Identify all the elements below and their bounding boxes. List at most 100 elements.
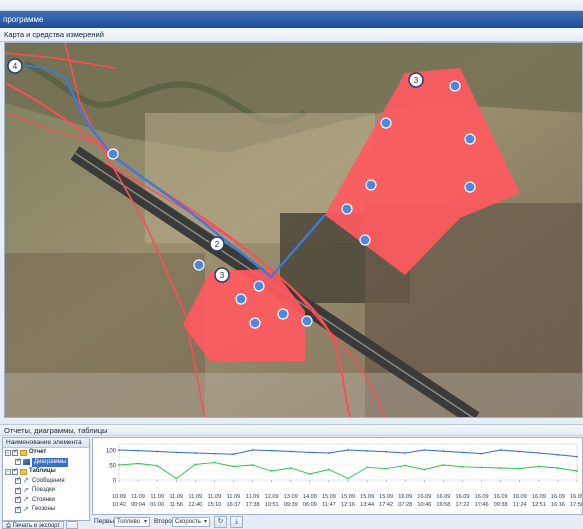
- x-tick-date: 15.09: [322, 494, 336, 500]
- speed-point: [213, 461, 216, 464]
- checkbox[interactable]: [15, 495, 21, 505]
- cluster-marker-3[interactable]: 2: [209, 236, 225, 252]
- fuel-point: [499, 449, 502, 451]
- checkbox[interactable]: [15, 457, 21, 467]
- map-view[interactable]: 4 3 2 3 − +: [4, 42, 583, 418]
- fuel-point: [137, 449, 139, 452]
- x-tick-date: 14.09: [303, 494, 317, 500]
- window-titlebar: программе: [0, 11, 583, 28]
- tree-item-charts[interactable]: Диаграммы: [3, 457, 89, 467]
- tree-item-geozones[interactable]: ➚ Геозоны: [3, 505, 89, 515]
- x-tick-date: 10.09: [112, 494, 126, 500]
- tree-item-trips[interactable]: ➚ Поездки: [3, 486, 89, 496]
- print-icon: ⎙: [6, 523, 11, 529]
- x-tick-time: 16:37: [227, 502, 241, 508]
- parking-icon[interactable]: [365, 179, 377, 191]
- refresh-icon: ↻: [217, 518, 224, 525]
- x-tick-date: 11.09: [150, 494, 164, 500]
- panel-toggle-button[interactable]: [66, 521, 78, 529]
- tree-item-tables[interactable]: − Таблицы: [3, 467, 89, 477]
- fuel-point: [385, 450, 388, 453]
- fuel-point: [118, 449, 120, 451]
- x-tick-time: 16:58: [436, 502, 450, 508]
- report-chart[interactable]: 100 50 0 10.09 10:42 11.09 00:04 11.09 01:00 11.0…: [92, 437, 583, 515]
- parking-icon[interactable]: [193, 259, 205, 271]
- cluster-marker-2[interactable]: 3: [408, 72, 424, 88]
- x-tick-date: 16.09: [398, 494, 412, 500]
- parking-icon[interactable]: [107, 148, 119, 160]
- collapse-icon[interactable]: −: [5, 468, 11, 475]
- fuel-point: [423, 449, 426, 451]
- parking-icon[interactable]: [359, 234, 371, 246]
- reports-panel-header: Отчеты, диаграммы, таблицы: [0, 424, 583, 436]
- x-tick-time: 07:28: [398, 502, 412, 508]
- checkbox[interactable]: [12, 467, 18, 476]
- parking-icon[interactable]: [301, 315, 313, 327]
- chart-refresh-button[interactable]: ↻: [214, 516, 227, 528]
- x-tick-date: 15.09: [360, 494, 374, 500]
- x-tick-date: 11.09: [227, 494, 241, 500]
- x-tick-time: 16:16: [551, 502, 565, 508]
- map-canvas[interactable]: 4 3 2 3: [5, 43, 583, 418]
- tree-item-label: Отчет: [29, 449, 47, 455]
- parking-icon[interactable]: [464, 181, 476, 193]
- parking-icon[interactable]: [341, 203, 353, 215]
- x-tick-date: 11.09: [189, 494, 203, 500]
- fuel-point: [194, 452, 197, 454]
- x-tick-date: 12.09: [265, 494, 279, 500]
- tree-item-report[interactable]: − Отчет: [3, 448, 89, 458]
- fuel-point: [461, 451, 464, 454]
- fuel-point: [480, 452, 483, 455]
- x-tick-date: 11.09: [246, 494, 260, 500]
- fuel-point: [404, 452, 407, 454]
- x-tick-time: 17:58: [570, 502, 582, 508]
- fuel-point: [537, 452, 540, 454]
- parking-icon[interactable]: [277, 308, 289, 320]
- fuel-point: [576, 455, 578, 458]
- speed-point: [251, 464, 254, 466]
- tree-item-stops[interactable]: ➚ Стоянки: [3, 495, 89, 506]
- speed-point: [557, 467, 559, 469]
- speed-point: [289, 467, 292, 469]
- tree-item-messages[interactable]: ➚ Сообщения: [3, 476, 89, 487]
- x-tick-time: 00:04: [131, 502, 145, 508]
- folder-icon: [20, 468, 27, 475]
- x-tick-time: 01:00: [150, 502, 164, 508]
- x-tick-time: 12:51: [532, 502, 546, 508]
- cluster-marker-1[interactable]: 4: [7, 58, 23, 74]
- parking-icon[interactable]: [235, 293, 247, 305]
- cluster-label: 3: [414, 76, 419, 85]
- second-series-value: Скорость: [175, 519, 201, 525]
- first-series-select[interactable]: Топливо: [114, 517, 150, 527]
- checkbox[interactable]: [15, 486, 21, 495]
- x-tick-time: 11:47: [322, 502, 336, 508]
- parking-icon[interactable]: [464, 133, 476, 145]
- folder-icon: [20, 449, 27, 456]
- speed-point: [537, 465, 540, 468]
- fuel-point: [156, 450, 159, 453]
- speed-point: [232, 465, 235, 468]
- cluster-marker-4[interactable]: 3: [214, 267, 230, 283]
- fuel-point: [442, 450, 445, 453]
- x-tick-date: 15.09: [379, 494, 393, 500]
- arrow-icon: ➚: [23, 496, 29, 504]
- chart-export-button[interactable]: ⤓: [230, 516, 243, 528]
- checkbox[interactable]: [12, 448, 18, 457]
- print-export-button[interactable]: ⎙ Печать и экспорт: [2, 521, 64, 529]
- checkbox[interactable]: [15, 505, 21, 514]
- second-series-select[interactable]: Скорость: [172, 517, 210, 527]
- y-tick-label: 0: [113, 479, 117, 485]
- parking-icon[interactable]: [249, 317, 261, 329]
- speed-point: [423, 468, 426, 471]
- x-tick-date: 16.09: [494, 494, 508, 500]
- x-tick-time: 09:38: [494, 502, 508, 508]
- parking-icon[interactable]: [449, 80, 461, 92]
- parking-icon[interactable]: [253, 280, 265, 292]
- parking-icon[interactable]: [380, 117, 392, 129]
- speed-point: [442, 464, 445, 466]
- x-tick-time: 11:56: [169, 502, 183, 508]
- checkbox[interactable]: [15, 476, 21, 486]
- x-tick-date: 11.09: [131, 494, 145, 500]
- collapse-icon[interactable]: −: [5, 449, 11, 456]
- chart-canvas: 100 50 0 10.09 10:42 11.09 00:04 11.09 01:00 11.0…: [106, 443, 582, 508]
